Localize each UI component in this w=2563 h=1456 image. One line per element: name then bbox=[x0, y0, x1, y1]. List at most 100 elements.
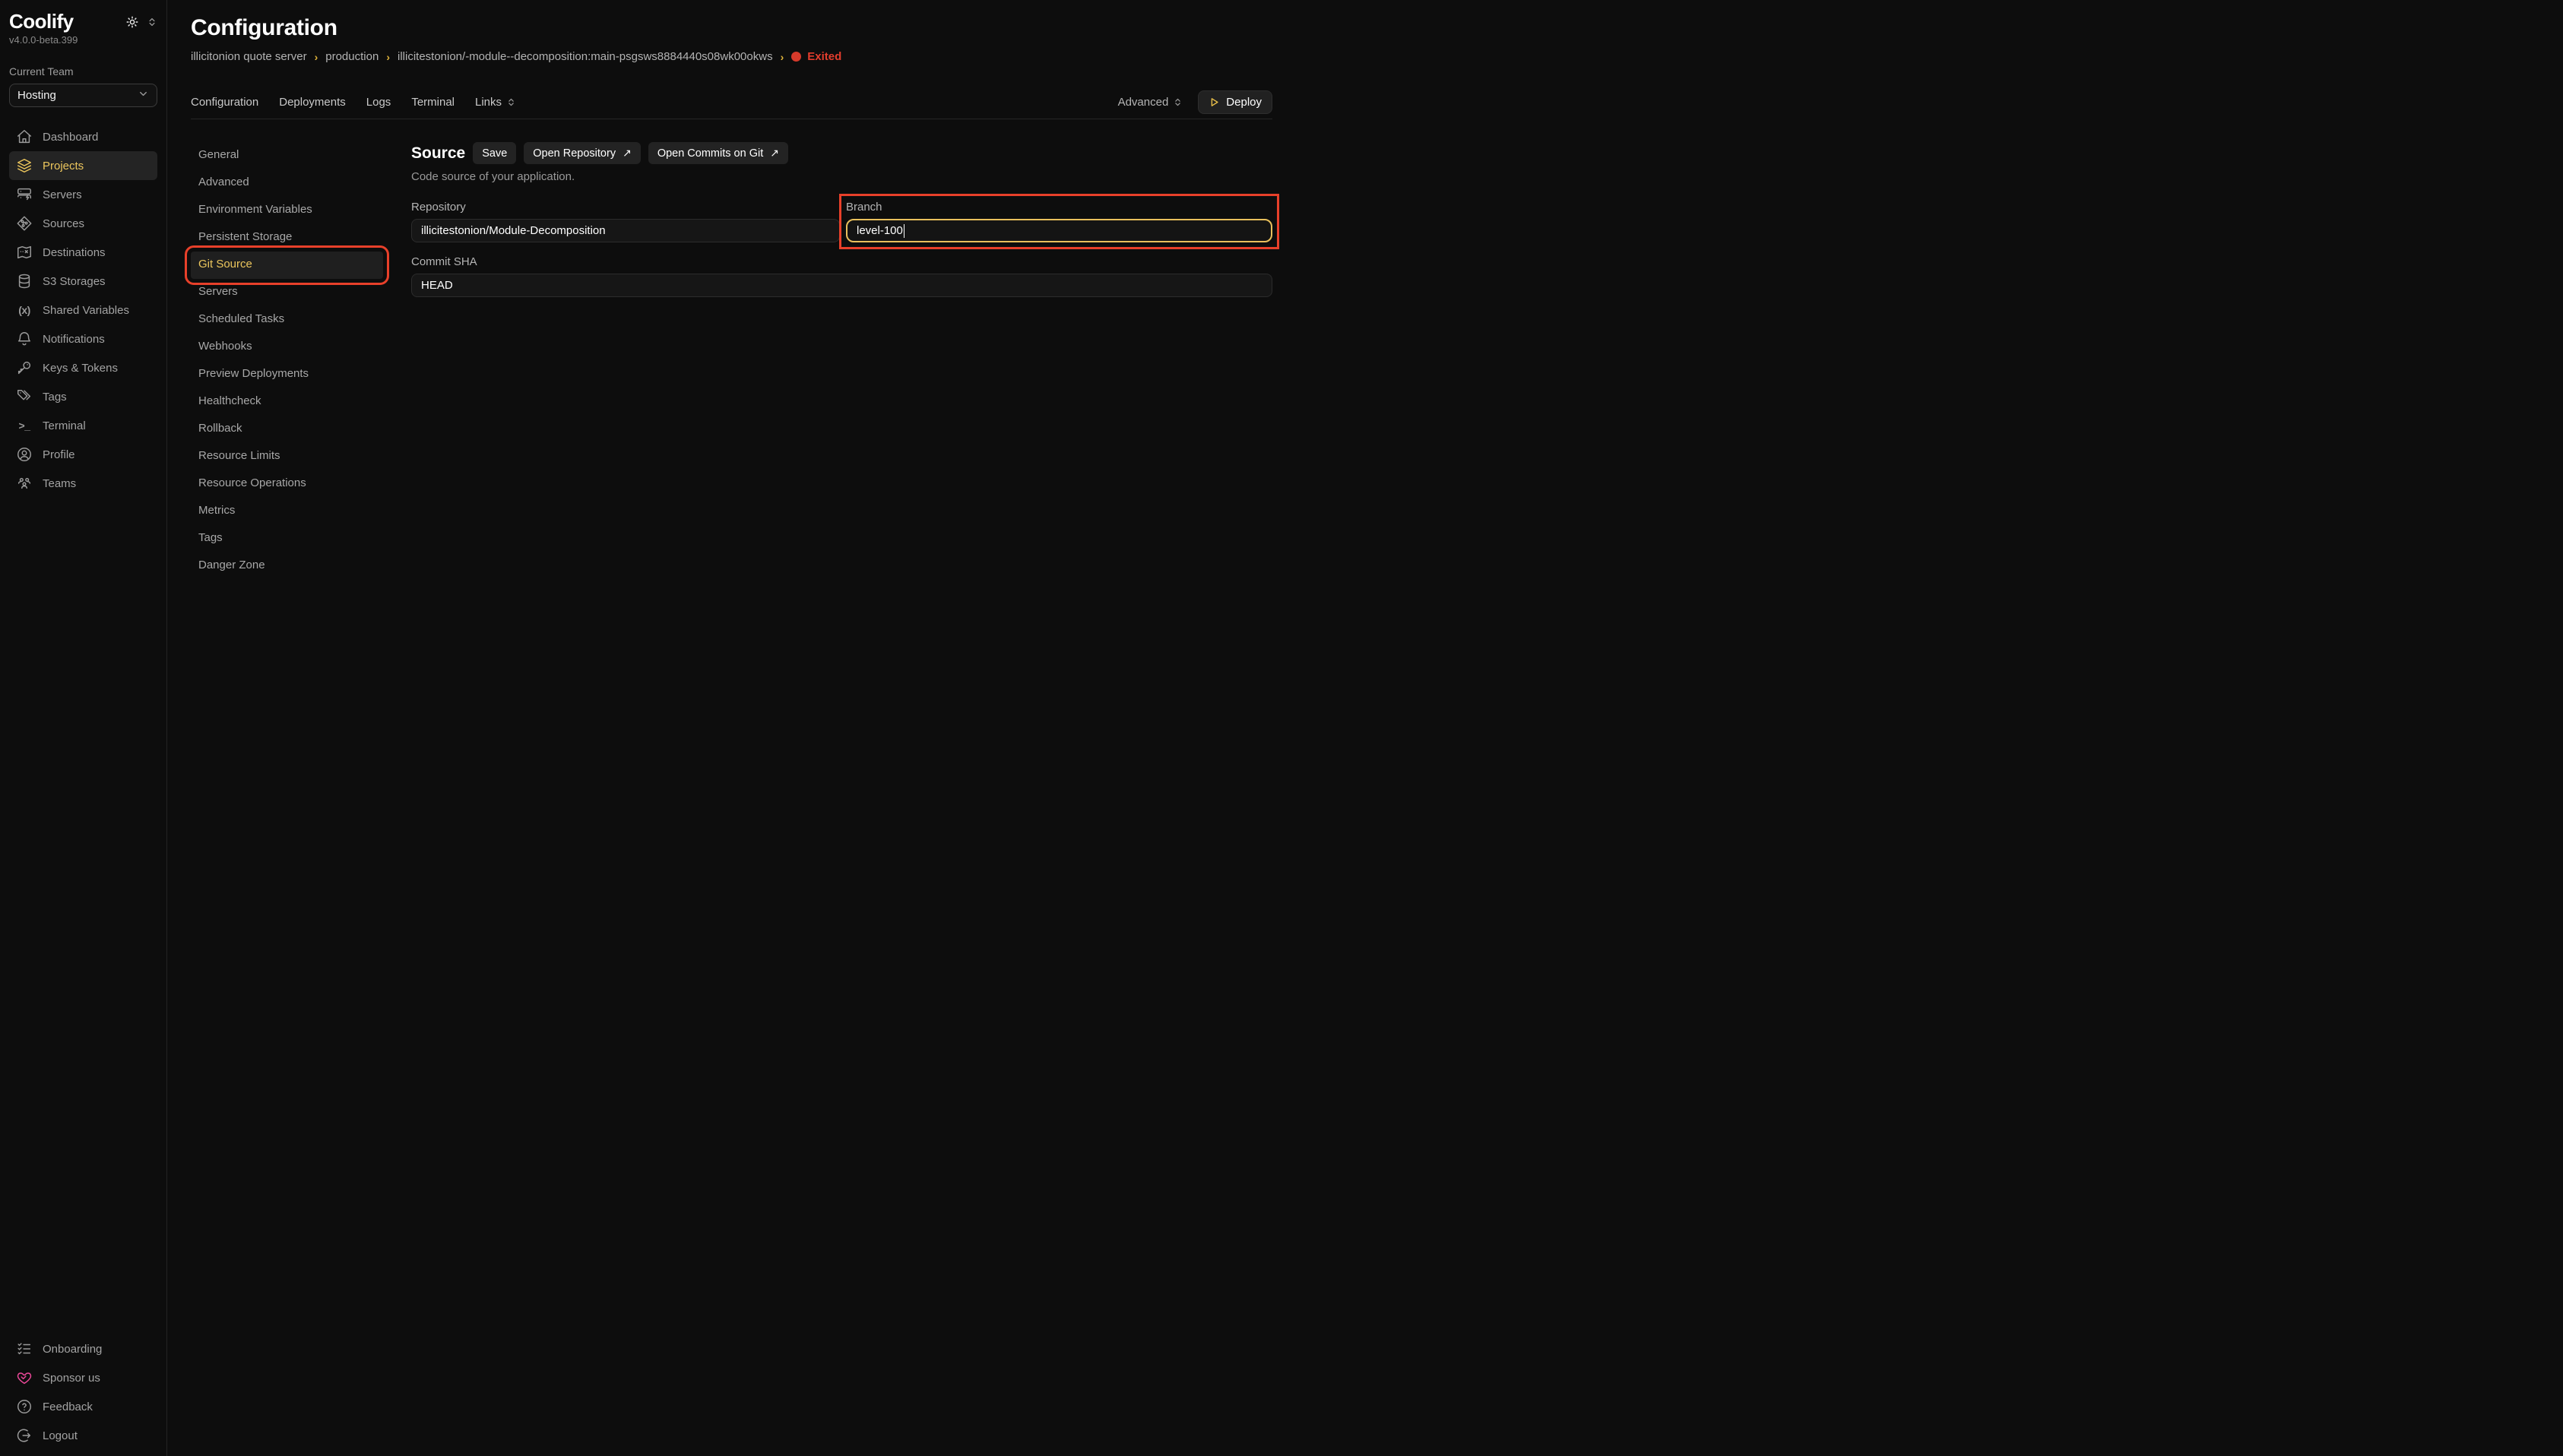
sidebar-item-terminal[interactable]: >_ Terminal bbox=[9, 411, 157, 440]
text-cursor bbox=[904, 224, 905, 238]
source-heading: Source bbox=[411, 144, 465, 163]
sidebar-item-onboarding[interactable]: Onboarding bbox=[9, 1334, 157, 1363]
sidebar-item-tags[interactable]: Tags bbox=[9, 382, 157, 411]
logout-icon bbox=[16, 1427, 33, 1444]
tab-terminal[interactable]: Terminal bbox=[411, 96, 455, 109]
external-link-icon: ↗ bbox=[623, 147, 632, 160]
sidebar-nav: Dashboard Projects Servers Sources Desti… bbox=[9, 122, 157, 498]
subnav-general[interactable]: General bbox=[191, 142, 383, 169]
sidebar-item-dashboard[interactable]: Dashboard bbox=[9, 122, 157, 151]
commit-sha-input[interactable] bbox=[411, 274, 1272, 297]
users-icon bbox=[16, 475, 33, 492]
status-text: Exited bbox=[807, 50, 841, 63]
status-dot-icon bbox=[791, 52, 801, 62]
sidebar-item-shared-variables[interactable]: (x) Shared Variables bbox=[9, 296, 157, 324]
chevron-up-down-icon bbox=[1173, 97, 1183, 108]
sidebar-item-keys-tokens[interactable]: Keys & Tokens bbox=[9, 353, 157, 382]
subnav-scheduled-tasks[interactable]: Scheduled Tasks bbox=[191, 306, 383, 334]
sidebar-item-s3-storages[interactable]: S3 Storages bbox=[9, 267, 157, 296]
breadcrumb-separator-icon: › bbox=[386, 51, 390, 63]
sidebar-item-notifications[interactable]: Notifications bbox=[9, 324, 157, 353]
subnav-persistent-storage[interactable]: Persistent Storage bbox=[191, 224, 383, 252]
bell-icon bbox=[16, 331, 33, 347]
sidebar-item-feedback[interactable]: Feedback bbox=[9, 1392, 157, 1421]
subnav-tags[interactable]: Tags bbox=[191, 525, 383, 552]
chevron-down-icon bbox=[138, 88, 149, 103]
subnav-rollback[interactable]: Rollback bbox=[191, 416, 383, 443]
save-button[interactable]: Save bbox=[473, 142, 516, 164]
tab-links[interactable]: Links bbox=[475, 96, 516, 109]
subnav-healthcheck[interactable]: Healthcheck bbox=[191, 388, 383, 416]
breadcrumb-environment[interactable]: production bbox=[325, 50, 379, 63]
heart-icon bbox=[16, 1369, 33, 1386]
team-select[interactable]: Hosting bbox=[9, 84, 157, 107]
page-title: Configuration bbox=[191, 15, 1272, 41]
key-icon bbox=[16, 359, 33, 376]
sidebar-item-sponsor-us[interactable]: Sponsor us bbox=[9, 1363, 157, 1392]
chevron-up-down-icon bbox=[506, 97, 516, 108]
layers-icon bbox=[16, 157, 33, 174]
server-icon bbox=[16, 186, 33, 203]
open-commits-button[interactable]: Open Commits on Git ↗ bbox=[648, 142, 788, 164]
commit-sha-label: Commit SHA bbox=[411, 255, 1272, 268]
git-source-panel: Source Save Open Repository ↗ Open Commi… bbox=[411, 142, 1272, 580]
subnav-danger-zone[interactable]: Danger Zone bbox=[191, 552, 383, 580]
tab-deployments[interactable]: Deployments bbox=[279, 96, 346, 109]
tab-bar: Configuration Deployments Logs Terminal … bbox=[191, 86, 1272, 119]
commit-sha-field: Commit SHA bbox=[411, 255, 1272, 297]
subnav-environment-variables[interactable]: Environment Variables bbox=[191, 197, 383, 224]
theme-sun-icon[interactable] bbox=[125, 15, 139, 33]
branch-label: Branch bbox=[846, 201, 1272, 214]
current-team-label: Current Team bbox=[9, 65, 157, 78]
sidebar-header: Coolify bbox=[9, 11, 157, 33]
chevron-up-down-icon[interactable] bbox=[147, 16, 157, 32]
advanced-dropdown[interactable]: Advanced bbox=[1118, 96, 1183, 109]
source-description: Code source of your application. bbox=[411, 170, 1272, 183]
breadcrumb-application[interactable]: illicitestonion/-module--decomposition:m… bbox=[398, 50, 773, 63]
sidebar-item-projects[interactable]: Projects bbox=[9, 151, 157, 180]
repository-input[interactable] bbox=[411, 219, 840, 242]
branch-field: Branch level-100 bbox=[846, 201, 1272, 242]
user-icon bbox=[16, 446, 33, 463]
checklist-icon bbox=[16, 1340, 33, 1357]
app-version: v4.0.0-beta.399 bbox=[9, 34, 157, 46]
deploy-button[interactable]: Deploy bbox=[1198, 90, 1272, 114]
subnav-servers[interactable]: Servers bbox=[191, 279, 383, 306]
subnav-metrics[interactable]: Metrics bbox=[191, 498, 383, 525]
sidebar-item-sources[interactable]: Sources bbox=[9, 209, 157, 238]
tab-logs[interactable]: Logs bbox=[366, 96, 391, 109]
sidebar-item-teams[interactable]: Teams bbox=[9, 469, 157, 498]
subnav-resource-limits[interactable]: Resource Limits bbox=[191, 443, 383, 470]
sidebar: Coolify v4.0.0-beta.399 Current Team Hos… bbox=[0, 0, 167, 1456]
branch-input[interactable]: level-100 bbox=[846, 219, 1272, 242]
subnav-webhooks[interactable]: Webhooks bbox=[191, 334, 383, 361]
external-link-icon: ↗ bbox=[770, 147, 779, 160]
variable-icon: (x) bbox=[16, 304, 33, 316]
config-subnav: General Advanced Environment Variables P… bbox=[191, 142, 411, 580]
sidebar-item-servers[interactable]: Servers bbox=[9, 180, 157, 209]
repository-field: Repository bbox=[411, 201, 840, 242]
sidebar-footer-nav: Onboarding Sponsor us Feedback Logout bbox=[9, 1334, 157, 1450]
tab-configuration[interactable]: Configuration bbox=[191, 96, 258, 109]
open-repository-button[interactable]: Open Repository ↗ bbox=[524, 142, 641, 164]
help-icon bbox=[16, 1398, 33, 1415]
subnav-advanced[interactable]: Advanced bbox=[191, 169, 383, 197]
play-icon bbox=[1209, 97, 1220, 108]
subnav-git-source[interactable]: Git Source bbox=[191, 252, 383, 279]
breadcrumb-separator-icon: › bbox=[781, 51, 784, 63]
sidebar-item-destinations[interactable]: Destinations bbox=[9, 238, 157, 267]
breadcrumb: illicitonion quote server › production ›… bbox=[191, 50, 1272, 63]
map-icon bbox=[16, 244, 33, 261]
breadcrumb-separator-icon: › bbox=[315, 51, 318, 63]
subnav-preview-deployments[interactable]: Preview Deployments bbox=[191, 361, 383, 388]
sidebar-item-profile[interactable]: Profile bbox=[9, 440, 157, 469]
tag-icon bbox=[16, 388, 33, 405]
team-select-value: Hosting bbox=[17, 89, 56, 102]
main-content: Configuration illicitonion quote server … bbox=[167, 0, 1282, 580]
sidebar-item-logout[interactable]: Logout bbox=[9, 1421, 157, 1450]
subnav-resource-operations[interactable]: Resource Operations bbox=[191, 470, 383, 498]
home-icon bbox=[16, 128, 33, 145]
breadcrumb-project[interactable]: illicitonion quote server bbox=[191, 50, 307, 63]
database-icon bbox=[16, 273, 33, 290]
git-source-icon bbox=[16, 215, 33, 232]
